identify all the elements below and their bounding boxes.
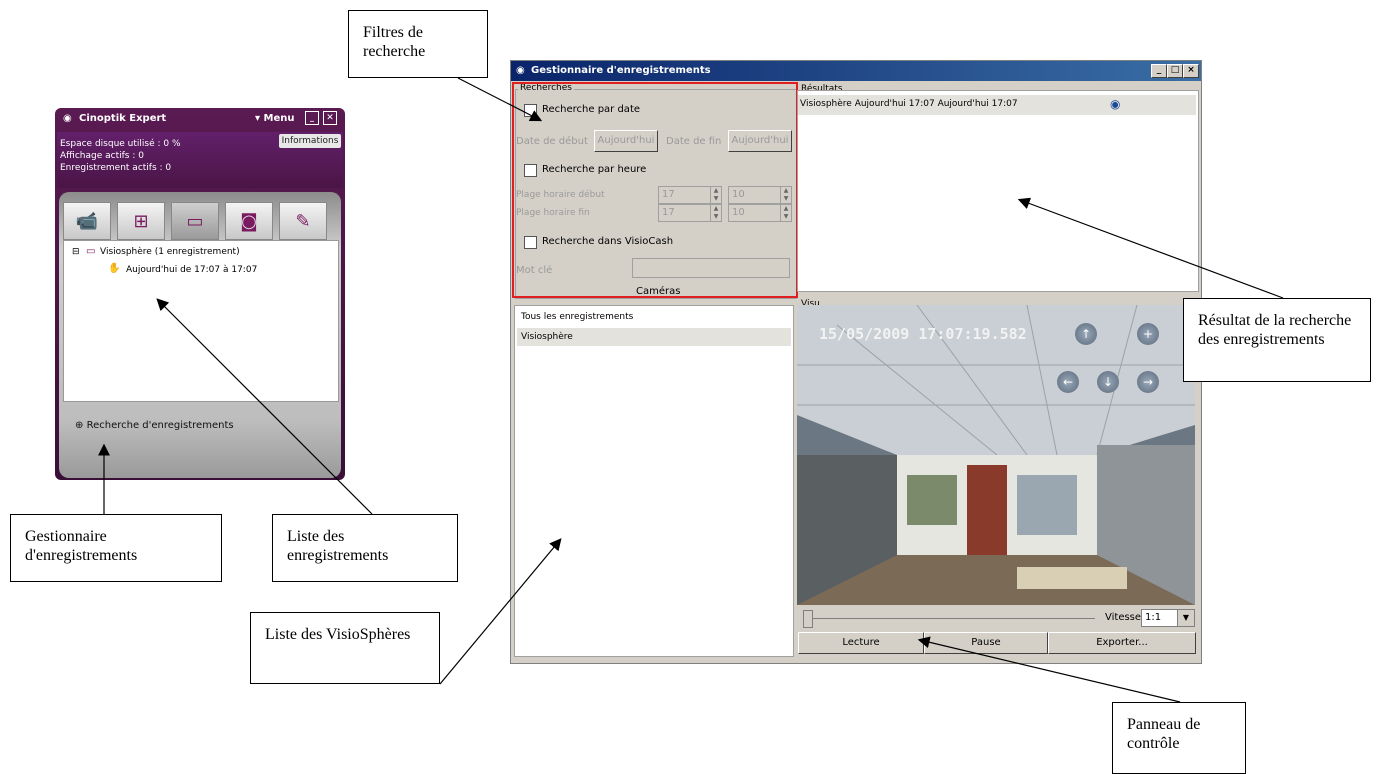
arrow-liste-visiospheres [439,538,562,685]
arrow-filtres [457,77,543,122]
arrow-liste-enregistrements [156,298,373,515]
annotation-arrows [98,77,1284,703]
arrow-panneau [917,636,1181,703]
arrow-resultat [1017,197,1284,299]
